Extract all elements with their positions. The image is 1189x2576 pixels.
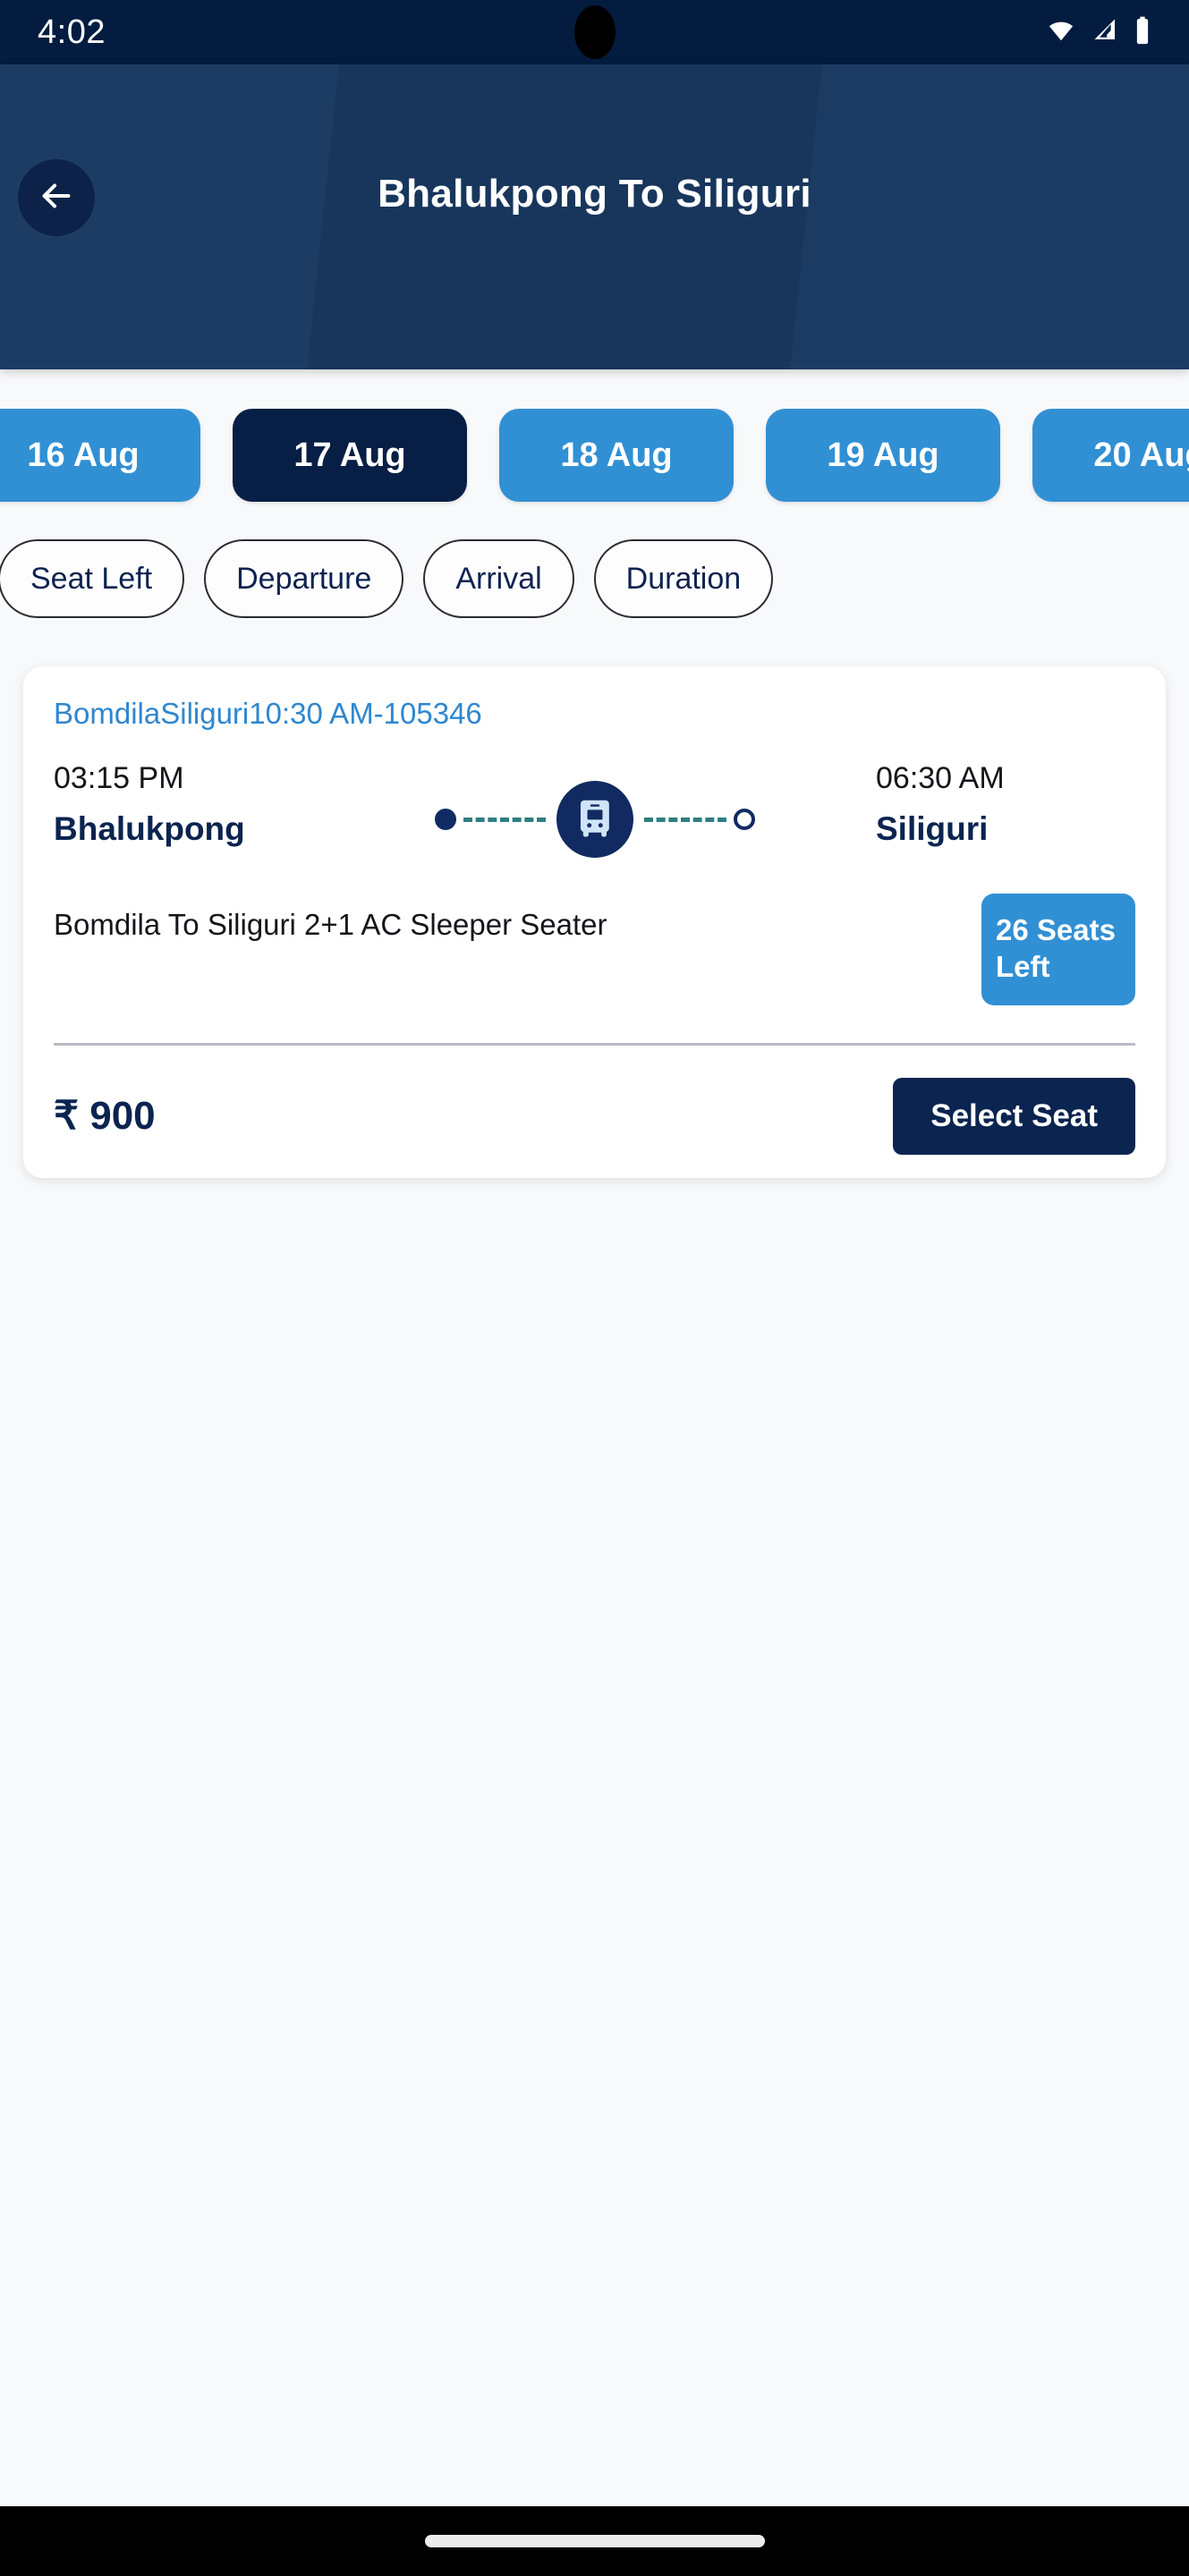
bus-details-row: Bomdila To Siliguri 2+1 AC Sleeper Seate… bbox=[54, 894, 1135, 1005]
price-label: ₹ 900 bbox=[54, 1094, 156, 1138]
date-tab-label: 20 Aug bbox=[1093, 436, 1189, 474]
seats-left-badge[interactable]: 26 Seats Left bbox=[981, 894, 1135, 1005]
date-tab-label: 16 Aug bbox=[27, 436, 140, 474]
filter-chip-label: Departure bbox=[236, 561, 372, 596]
system-navigation-bar bbox=[0, 2506, 1189, 2576]
status-bar: 4:02 bbox=[0, 0, 1189, 64]
select-seat-button[interactable]: Select Seat bbox=[893, 1077, 1135, 1155]
bus-type-label: Bomdila To Siliguri 2+1 AC Sleeper Seate… bbox=[54, 908, 607, 941]
status-bar-clock: 4:02 bbox=[38, 13, 106, 51]
route-dashed-line-left bbox=[463, 817, 546, 822]
wifi-icon bbox=[1044, 17, 1078, 48]
filter-chip-duration[interactable]: Duration bbox=[593, 539, 774, 618]
date-tab-16-aug[interactable]: 16 Aug bbox=[0, 409, 200, 502]
route-graphic bbox=[313, 761, 876, 858]
filter-chip-label: Duration bbox=[625, 561, 742, 596]
date-tab-17-aug[interactable]: 17 Aug bbox=[233, 409, 467, 502]
departure-time: 03:15 PM bbox=[54, 761, 184, 795]
arrival-block: 06:30 AM Siliguri bbox=[876, 761, 1135, 848]
status-bar-icons bbox=[1044, 16, 1151, 49]
arrival-place: Siliguri bbox=[876, 810, 989, 847]
departure-place: Bhalukpong bbox=[54, 810, 245, 847]
departure-block: 03:15 PM Bhalukpong bbox=[54, 761, 313, 848]
date-tab-20-aug[interactable]: 20 Aug bbox=[1032, 409, 1189, 502]
date-tab-18-aug[interactable]: 18 Aug bbox=[499, 409, 734, 502]
filter-chip-label: Arrival bbox=[455, 561, 542, 596]
origin-dot-icon bbox=[434, 809, 456, 830]
filter-chip-departure[interactable]: Departure bbox=[204, 539, 404, 618]
route-id-link[interactable]: BomdilaSiliguri10:30 AM-105346 bbox=[54, 697, 1135, 731]
cellular-signal-icon bbox=[1091, 17, 1121, 48]
date-tab-label: 19 Aug bbox=[827, 436, 939, 474]
filter-chips-row[interactable]: Seat Left Departure Arrival Duration bbox=[0, 520, 1189, 650]
filter-chip-arrival[interactable]: Arrival bbox=[423, 539, 574, 618]
page-title: Bhalukpong To Siliguri bbox=[378, 172, 811, 216]
filter-chip-seat-left[interactable]: Seat Left bbox=[0, 539, 185, 618]
date-tabs-scroller[interactable]: 16 Aug 17 Aug 18 Aug 19 Aug 20 Aug bbox=[0, 369, 1189, 520]
route-dashed-line-right bbox=[643, 817, 726, 822]
filter-chip-label: Seat Left bbox=[30, 561, 153, 596]
battery-icon bbox=[1134, 16, 1151, 49]
appbar-decorative-band-2 bbox=[784, 64, 1189, 369]
arrival-time: 06:30 AM bbox=[876, 761, 1005, 795]
phone-screen: 4:02 Bhalukpong To Siliguri 16 Aug 17 Au… bbox=[0, 0, 1189, 2576]
app-bar: Bhalukpong To Siliguri bbox=[0, 64, 1189, 369]
bus-icon bbox=[556, 781, 633, 858]
date-tab-label: 18 Aug bbox=[560, 436, 673, 474]
home-pill-indicator[interactable] bbox=[424, 2535, 765, 2547]
card-divider bbox=[54, 1042, 1135, 1046]
date-tab-label: 17 Aug bbox=[293, 436, 406, 474]
date-tab-19-aug[interactable]: 19 Aug bbox=[766, 409, 1000, 502]
destination-dot-icon bbox=[733, 809, 755, 830]
front-camera-cutout bbox=[573, 5, 616, 59]
card-footer: ₹ 900 Select Seat bbox=[54, 1077, 1135, 1155]
bus-result-card[interactable]: BomdilaSiliguri10:30 AM-105346 03:15 PM … bbox=[23, 666, 1166, 1178]
journey-row: 03:15 PM Bhalukpong 06:30 AM Siliguri bbox=[54, 761, 1135, 858]
